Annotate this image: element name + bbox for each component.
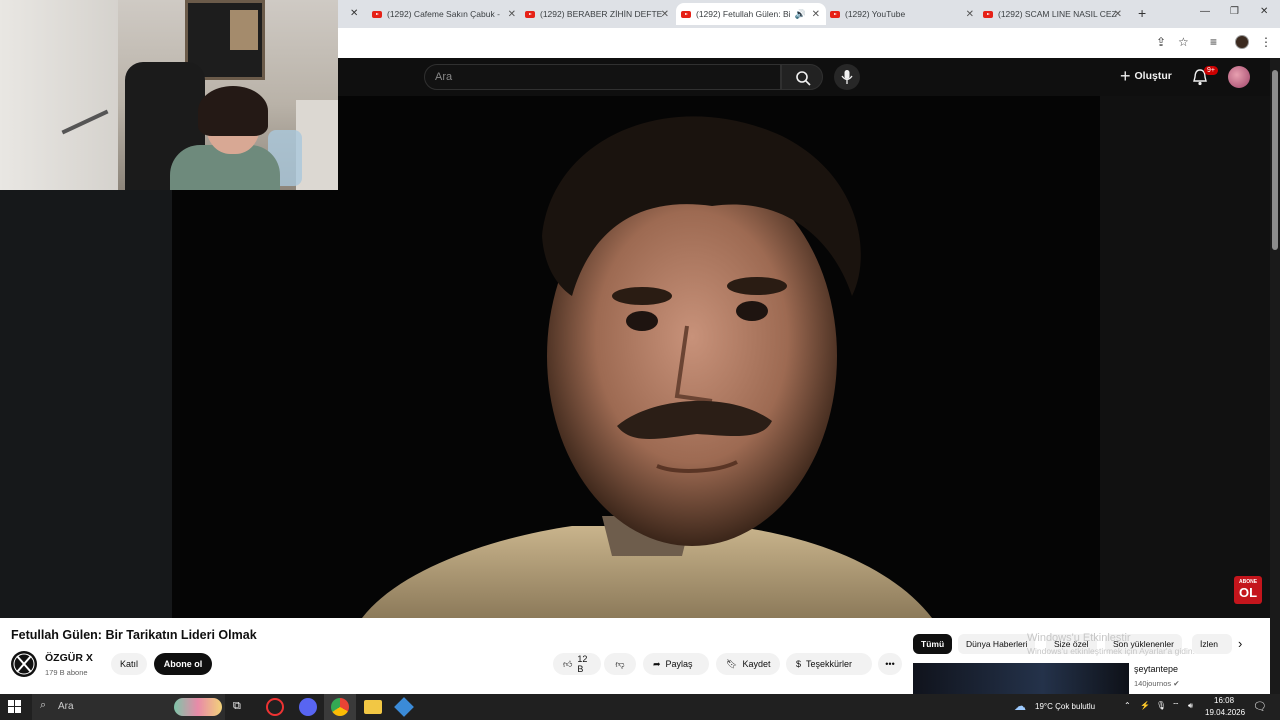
thanks-button[interactable]: $ Teşekkürler: [786, 653, 872, 675]
subscribe-watermark-badge[interactable]: ABONE OL: [1234, 576, 1262, 604]
search-icon: ⌕: [40, 699, 47, 711]
taskbar-search[interactable]: ⌕ Ara: [32, 694, 225, 720]
wifi-icon[interactable]: ⌔: [1172, 701, 1180, 711]
microphone-icon: [841, 70, 853, 84]
close-icon[interactable]: ✕: [812, 9, 820, 20]
speaker-icon[interactable]: 🔊: [795, 9, 806, 20]
search-icon: [796, 71, 811, 86]
more-icon: •••: [885, 659, 895, 669]
plus-icon: +: [1120, 66, 1131, 86]
browser-tab-bar: ✕ (1292) Cafeme Sakın Çabuk - ✕ (1292) B…: [338, 0, 1280, 28]
browser-tab[interactable]: (1292) YouTube ✕: [830, 3, 980, 25]
windows-start-icon[interactable]: [8, 700, 22, 714]
subscriber-count: 179 B abone: [45, 668, 88, 677]
thumbs-down-icon: 👎︎: [615, 658, 625, 669]
webcam-overlay: [0, 0, 338, 190]
notification-badge: 9+: [1204, 66, 1218, 75]
discord-icon[interactable]: [299, 698, 317, 716]
dislike-button[interactable]: 👎︎: [604, 653, 636, 675]
weather-text[interactable]: 19°C Çok bulutlu: [1035, 702, 1095, 711]
player-left-margin: [0, 190, 172, 618]
youtube-icon: [830, 10, 840, 18]
restore-icon[interactable]: ❐: [1230, 6, 1239, 17]
close-icon[interactable]: ✕: [508, 9, 516, 20]
channel-name[interactable]: ÖZGÜR X: [45, 652, 93, 664]
clock-date[interactable]: 19.04.2026: [1205, 708, 1245, 717]
scrollbar-thumb[interactable]: [1272, 70, 1278, 250]
recommendation-channel: 140journos ✔: [1134, 679, 1180, 688]
browser-tab[interactable]: (1292) BERABER ZİHİN DEFTE ✕: [525, 3, 675, 25]
browser-tab[interactable]: (1292) SCAM LINE NASIL CEZ ✕: [983, 3, 1128, 25]
search-highlight-image: [174, 698, 222, 716]
youtube-header: Ara + Oluştur 9+: [338, 58, 1270, 96]
voice-search-button[interactable]: [834, 64, 860, 90]
app-icon-red[interactable]: [266, 698, 284, 716]
star-icon[interactable]: ☆: [1178, 35, 1189, 49]
recommendation-title[interactable]: şeytantepe: [1134, 664, 1178, 674]
create-button[interactable]: + Oluştur: [1120, 67, 1172, 85]
windows-taskbar: ⌕ Ara ⧉ ☁ 19°C Çok bulutlu ⌃ ⚡ 🎙︎ ⌔ 🔊︎ 1…: [0, 694, 1280, 720]
youtube-icon: [525, 10, 535, 18]
like-button[interactable]: 👍︎ 12 B: [553, 653, 601, 675]
minimize-icon[interactable]: —: [1200, 6, 1210, 17]
video-title: Fetullah Gülen: Bir Tarikatın Lideri Olm…: [11, 628, 257, 642]
close-icon[interactable]: ✕: [661, 9, 669, 20]
clock-time[interactable]: 16:08: [1214, 696, 1234, 705]
weather-icon: ☁: [1014, 699, 1026, 713]
page-scrollbar[interactable]: [1270, 58, 1280, 694]
more-actions-button[interactable]: •••: [878, 653, 902, 675]
close-icon[interactable]: ✕: [350, 8, 358, 19]
thanks-icon: $: [796, 659, 802, 669]
search-button[interactable]: [781, 64, 823, 90]
share-button[interactable]: ➦ Paylaş: [643, 653, 709, 675]
chip-world-news[interactable]: Dünya Haberleri: [958, 634, 1036, 654]
windows-activation-watermark: Windows'u Etkinleştir Windows'u etkinleş…: [1027, 632, 1195, 656]
browser-toolbar: ⇪ ☆ ≡ ⋮: [338, 28, 1280, 58]
close-icon[interactable]: ✕: [966, 9, 974, 20]
join-button[interactable]: Katıl: [111, 653, 147, 675]
volume-icon[interactable]: 🔊︎: [1188, 701, 1193, 711]
search-input[interactable]: Ara: [424, 64, 781, 90]
install-app-icon[interactable]: ⇪: [1156, 35, 1166, 49]
file-explorer-icon[interactable]: [364, 700, 382, 714]
app-icon-blue[interactable]: [394, 697, 414, 717]
channel-avatar[interactable]: [11, 651, 37, 677]
network-icon[interactable]: ⚡: [1140, 701, 1150, 710]
media-control-icon[interactable]: ≡: [1210, 35, 1217, 49]
video-info-section: Fetullah Gülen: Bir Tarikatın Lideri Olm…: [0, 618, 1270, 694]
player-right-margin: [1100, 96, 1270, 618]
youtube-icon: [983, 10, 993, 18]
youtube-icon: [681, 10, 691, 18]
browser-tab-active[interactable]: (1292) Fetullah Gülen: Bi 🔊 ✕: [676, 3, 826, 25]
chrome-icon[interactable]: [331, 698, 349, 716]
notification-center-icon[interactable]: 🗨︎: [1253, 700, 1267, 713]
chevron-up-icon[interactable]: ⌃: [1124, 701, 1131, 710]
screen: ABONE OL ✕ (1292) Cafeme Sakın Çabuk - ✕…: [0, 0, 1280, 720]
microphone-tray-icon[interactable]: 🎙︎: [1156, 701, 1166, 710]
thumbs-up-icon: 👍︎: [563, 658, 573, 669]
account-avatar[interactable]: [1228, 66, 1250, 88]
chip-watched[interactable]: İzlen: [1192, 634, 1232, 654]
share-icon: ➦: [653, 658, 661, 669]
menu-icon[interactable]: ⋮: [1260, 35, 1272, 49]
close-icon[interactable]: ✕: [1114, 9, 1122, 20]
window-close-icon[interactable]: ✕: [1260, 6, 1268, 17]
profile-avatar[interactable]: [1235, 35, 1249, 49]
browser-tab[interactable]: (1292) Cafeme Sakın Çabuk - ✕: [372, 3, 522, 25]
channel-logo-icon: [13, 653, 35, 675]
youtube-icon: [372, 10, 382, 18]
task-view-icon[interactable]: ⧉: [233, 700, 241, 713]
bookmark-icon: 🔖︎: [726, 658, 738, 669]
chevron-right-icon[interactable]: ›: [1238, 636, 1242, 651]
chip-all[interactable]: Tümü: [913, 634, 953, 654]
save-button[interactable]: 🔖︎ Kaydet: [716, 653, 780, 675]
recommendation-thumbnail[interactable]: [913, 663, 1129, 694]
verified-icon: ✔: [1173, 679, 1180, 688]
subscribe-button[interactable]: Abone ol: [154, 653, 212, 675]
new-tab-icon[interactable]: +: [1138, 5, 1146, 21]
